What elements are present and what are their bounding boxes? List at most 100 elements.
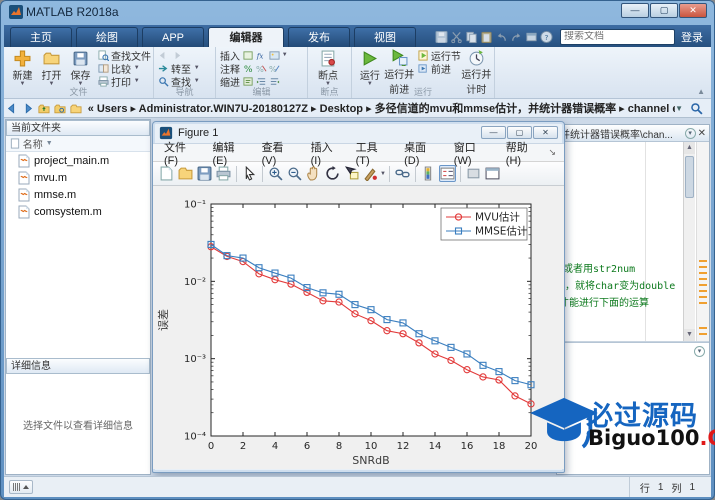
brush-dropdown-icon[interactable]: ▼: [380, 171, 386, 177]
scroll-down-icon[interactable]: ▼: [684, 329, 695, 341]
dock-figure-icon[interactable]: [465, 165, 482, 182]
panel-menu-icon[interactable]: ▾: [694, 346, 705, 357]
ribbon-section-edit: 插入 fx ▼ 注释 % % % 缩进 编辑: [216, 47, 308, 98]
print-figure-icon[interactable]: [215, 165, 232, 182]
minimize-button[interactable]: —: [621, 3, 649, 18]
wrap-comment-icon: %: [269, 64, 280, 74]
menu-insert[interactable]: 插入(I): [304, 139, 349, 167]
help-icon[interactable]: ?: [540, 30, 553, 44]
cut-icon[interactable]: [450, 30, 463, 44]
details-header[interactable]: 详细信息: [6, 358, 150, 374]
insert-colorbar-icon[interactable]: [420, 165, 437, 182]
matlab-window: MATLAB R2018a — ▢ ✕ 主页 绘图 APP 编辑器 发布 视图 …: [0, 0, 715, 500]
new-button[interactable]: 新建 ▼: [8, 49, 37, 87]
title-bar[interactable]: MATLAB R2018a — ▢ ✕: [0, 0, 715, 25]
paste-icon[interactable]: [480, 30, 493, 44]
editor-tab-close-icon[interactable]: ✕: [698, 128, 706, 139]
editor-code-area[interactable]: 或者用str2num 0，就将char变为double 才能进行下面的运算 ▲ …: [557, 142, 709, 342]
menu-help[interactable]: 帮助(H): [499, 139, 549, 167]
svg-text:MMSE估计: MMSE估计: [475, 225, 528, 238]
zoom-out-tool-icon[interactable]: [286, 165, 303, 182]
run-button[interactable]: 运行 ▼: [356, 49, 384, 87]
file-row[interactable]: mmse.m: [6, 186, 150, 203]
link-plot-icon[interactable]: [394, 165, 411, 182]
figure-close-button[interactable]: ✕: [533, 126, 558, 139]
nav-forward-icon[interactable]: [22, 102, 34, 115]
menu-edit[interactable]: 编辑(E): [205, 139, 254, 167]
pointer-tool-icon[interactable]: [241, 165, 258, 182]
copy-icon[interactable]: [465, 30, 478, 44]
tab-plots[interactable]: 绘图: [76, 27, 138, 47]
open-file-icon[interactable]: [177, 165, 194, 182]
new-window-icon[interactable]: [525, 30, 538, 44]
new-figure-icon[interactable]: [158, 165, 175, 182]
menu-pin-icon[interactable]: ↘: [548, 147, 560, 158]
ribbon-section-breakpoints: 断点 ▼ 断点: [308, 47, 352, 98]
current-folder-header[interactable]: 当前文件夹: [6, 120, 150, 136]
menu-window[interactable]: 窗口(W): [447, 139, 499, 167]
tab-editor[interactable]: 编辑器: [208, 27, 284, 47]
advance-button[interactable]: 前进: [418, 62, 461, 76]
maximize-button[interactable]: ▢: [650, 3, 678, 18]
comment-icon: %: [244, 64, 253, 74]
menu-desktop[interactable]: 桌面(D): [397, 139, 447, 167]
brush-tool-icon[interactable]: [362, 165, 379, 182]
figure-minimize-button[interactable]: —: [481, 126, 506, 139]
folder-search-icon[interactable]: [690, 102, 703, 115]
tab-publish[interactable]: 发布: [288, 27, 350, 47]
path-dropdown-icon[interactable]: ▼: [675, 104, 683, 113]
insert-legend-icon[interactable]: [438, 165, 456, 182]
save-button[interactable]: 保存 ▼: [66, 49, 95, 87]
mfile-icon: [18, 171, 30, 184]
maximize-plot-icon[interactable]: [484, 165, 501, 182]
save-icon[interactable]: [435, 30, 448, 44]
menu-tools[interactable]: 工具(T): [349, 139, 397, 167]
plot-area[interactable]: 0 2 4 6 8 10 12 14 16 18 20 10⁻⁴ 10⁻³ 10⁻² 10⁻¹ SNRdB 误差…: [153, 186, 564, 469]
name-column-header[interactable]: 名称 ▼: [6, 136, 150, 152]
file-row[interactable]: mvu.m: [6, 169, 150, 186]
save-figure-icon[interactable]: [196, 165, 213, 182]
ribbon-section-run: 运行 ▼ 运行并前进 运行节 前进 运行并计时 运行: [352, 47, 495, 98]
compare-icon: [98, 64, 109, 73]
ribbon-collapse-icon[interactable]: ▲: [697, 87, 705, 96]
doc-search-input[interactable]: [561, 31, 699, 42]
login-button[interactable]: 登录: [681, 29, 703, 45]
doc-search-box[interactable]: [560, 28, 699, 45]
redo-icon[interactable]: [510, 30, 523, 44]
up-folder-icon[interactable]: [38, 102, 50, 115]
menu-file[interactable]: 文件(F): [157, 139, 205, 167]
svg-text:14: 14: [429, 441, 442, 452]
file-row[interactable]: comsystem.m: [6, 203, 150, 220]
editor-tab-menu-icon[interactable]: ▾: [684, 127, 696, 139]
browse-folder-icon[interactable]: [54, 102, 66, 115]
undo-icon[interactable]: [495, 30, 508, 44]
insert-image-icon: [269, 51, 280, 60]
code-analyzer-gutter: [696, 142, 709, 341]
editor-vertical-scrollbar[interactable]: ▲ ▼: [683, 142, 695, 341]
breadcrumb[interactable]: « Users ▸ Administrator.WIN7U-20180127Z …: [88, 100, 675, 116]
scroll-up-icon[interactable]: ▲: [684, 142, 695, 154]
section-label-run: 运行: [413, 87, 432, 97]
tab-home[interactable]: 主页: [10, 27, 72, 47]
editor-tab[interactable]: 并统计器错误概率\chan... ▾ ✕: [557, 125, 709, 142]
pan-tool-icon[interactable]: [305, 165, 322, 182]
nav-back-icon[interactable]: [6, 102, 18, 115]
close-button[interactable]: ✕: [679, 3, 707, 18]
breakpoints-button[interactable]: 断点 ▼: [312, 49, 344, 87]
menu-view[interactable]: 查看(V): [255, 139, 304, 167]
datacursor-tool-icon[interactable]: [343, 165, 360, 182]
mfile-icon: [18, 188, 30, 201]
tab-view[interactable]: 视图: [354, 27, 416, 47]
section-label-edit: 编辑: [252, 87, 271, 97]
chart-canvas[interactable]: 0 2 4 6 8 10 12 14 16 18 2010⁻⁴10⁻³10⁻²10⁻¹SNRdB误差…: [153, 186, 560, 469]
svg-text:%: %: [244, 64, 253, 74]
section-label-breakpoints: 断点: [320, 87, 339, 97]
figure-maximize-button[interactable]: ▢: [507, 126, 532, 139]
statusbar-toggle-button[interactable]: [9, 480, 33, 494]
zoom-in-tool-icon[interactable]: [267, 165, 284, 182]
rotate-tool-icon[interactable]: [324, 165, 341, 182]
scroll-thumb[interactable]: [685, 156, 694, 198]
open-button[interactable]: 打开 ▼: [37, 49, 66, 87]
tab-apps[interactable]: APP: [142, 27, 204, 47]
file-row[interactable]: project_main.m: [6, 152, 150, 169]
